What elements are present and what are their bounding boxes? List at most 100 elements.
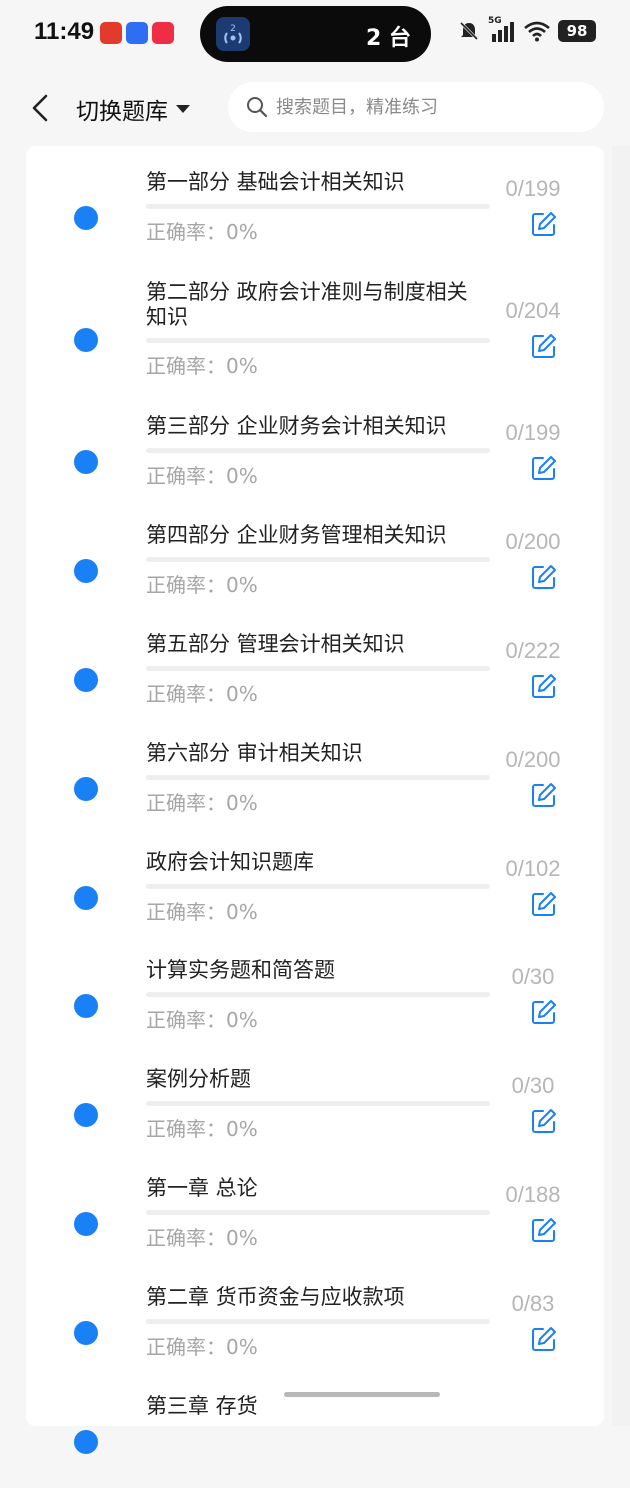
edit-practice-icon[interactable] bbox=[530, 332, 558, 360]
status-bar: 11:49 2 2 台 5G 98 bbox=[0, 0, 630, 70]
signal-icon: 5G bbox=[488, 16, 516, 42]
list-item[interactable]: 第二部分 政府会计准则与制度相关知识 正确率：0% 0/204 bbox=[26, 274, 604, 398]
app-notification-icon bbox=[100, 22, 122, 44]
accuracy-label: 正确率：0% bbox=[146, 682, 258, 706]
question-count: 0/200 bbox=[505, 529, 561, 554]
home-indicator bbox=[284, 1392, 440, 1397]
search-bar[interactable] bbox=[228, 82, 604, 132]
list-item[interactable]: 第六部分 审计相关知识 正确率：0% 0/200 bbox=[26, 735, 604, 835]
status-dot bbox=[74, 886, 98, 910]
edit-practice-icon[interactable] bbox=[530, 672, 558, 700]
bell-muted-icon bbox=[459, 21, 479, 41]
accuracy-label: 正确率：0% bbox=[146, 464, 258, 488]
status-right: 5G 98 bbox=[458, 16, 596, 42]
accuracy-label: 正确率：0% bbox=[146, 354, 258, 378]
status-dot bbox=[74, 1321, 98, 1345]
edit-practice-icon[interactable] bbox=[530, 1107, 558, 1135]
item-title: 案例分析题 bbox=[146, 1067, 251, 1091]
question-count: 0/83 bbox=[511, 1291, 555, 1316]
broadcast-icon: 2 bbox=[216, 17, 250, 51]
item-title: 第五部分 管理会计相关知识 bbox=[146, 632, 405, 656]
island-badge: 2 bbox=[230, 24, 236, 34]
status-dot bbox=[74, 994, 98, 1018]
edit-practice-icon[interactable] bbox=[530, 1216, 558, 1244]
edit-practice-icon[interactable] bbox=[530, 563, 558, 591]
list-item[interactable]: 第一章 总论 正确率：0% 0/188 bbox=[26, 1170, 604, 1270]
item-title: 第二章 货币资金与应收款项 bbox=[146, 1285, 405, 1309]
status-dot bbox=[74, 1212, 98, 1236]
progress-bar bbox=[146, 666, 490, 671]
item-title: 第六部分 审计相关知识 bbox=[146, 741, 363, 765]
status-dot bbox=[74, 777, 98, 801]
list-item[interactable]: 第三部分 企业财务会计相关知识 正确率：0% 0/199 bbox=[26, 408, 604, 508]
accuracy-label: 正确率：0% bbox=[146, 220, 258, 244]
list-item[interactable]: 第五部分 管理会计相关知识 正确率：0% 0/222 bbox=[26, 626, 604, 726]
edit-practice-icon[interactable] bbox=[530, 454, 558, 482]
caret-down-icon bbox=[176, 105, 190, 113]
accuracy-label: 正确率：0% bbox=[146, 1335, 258, 1359]
progress-bar bbox=[146, 1210, 490, 1215]
switch-bank-label: 切换题库 bbox=[76, 99, 168, 125]
accuracy-label: 正确率：0% bbox=[146, 1117, 258, 1141]
progress-bar bbox=[146, 448, 490, 453]
list-item[interactable]: 政府会计知识题库 正确率：0% 0/102 bbox=[26, 844, 604, 944]
island-text: 2 台 bbox=[366, 26, 411, 51]
progress-bar bbox=[146, 884, 490, 889]
question-count: 0/222 bbox=[505, 638, 561, 663]
item-title: 第一章 总论 bbox=[146, 1176, 258, 1200]
list-item[interactable]: 案例分析题正确率：0% 0/30 bbox=[26, 1061, 604, 1161]
list-item[interactable]: 第四部分 企业财务管理相关知识 正确率：0% 0/200 bbox=[26, 517, 604, 617]
question-count: 0/199 bbox=[505, 176, 561, 201]
status-dot bbox=[74, 668, 98, 692]
list-item[interactable]: 第二章 货币资金与应收款项 正确率：0% 0/83 bbox=[26, 1279, 604, 1379]
progress-bar bbox=[146, 992, 490, 997]
question-bank-list: 第一部分 基础会计相关知识 正确率：0% 0/199 第二部分 政府会计准则与制度相关… bbox=[26, 146, 604, 1454]
item-title: 政府会计知识题库 bbox=[146, 850, 314, 874]
battery-indicator: 98 bbox=[558, 20, 596, 42]
question-count: 0/188 bbox=[505, 1182, 561, 1207]
status-dot bbox=[74, 450, 98, 474]
edit-practice-icon[interactable] bbox=[530, 998, 558, 1026]
status-dot bbox=[74, 1103, 98, 1127]
accuracy-label: 正确率：0% bbox=[146, 1226, 258, 1250]
status-time: 11:49 bbox=[34, 18, 95, 45]
item-title: 第三章 存货 bbox=[146, 1394, 258, 1418]
item-title: 第三部分 企业财务会计相关知识 bbox=[146, 414, 447, 438]
search-icon bbox=[247, 97, 268, 118]
status-dot bbox=[74, 559, 98, 583]
edit-practice-icon[interactable] bbox=[530, 781, 558, 809]
accuracy-label: 正确率：0% bbox=[146, 1008, 258, 1032]
progress-bar bbox=[146, 1319, 490, 1324]
back-arrow-icon[interactable] bbox=[24, 90, 56, 126]
edit-practice-icon[interactable] bbox=[530, 210, 558, 238]
question-count: 0/199 bbox=[505, 420, 561, 445]
accuracy-label: 正确率：0% bbox=[146, 573, 258, 597]
question-count: 0/102 bbox=[505, 856, 561, 881]
list-item[interactable]: 计算实务题和简答题 正确率：0% 0/30 bbox=[26, 952, 604, 1052]
list-item[interactable]: 第一部分 基础会计相关知识 正确率：0% 0/199 bbox=[26, 164, 604, 264]
search-input[interactable] bbox=[274, 95, 598, 119]
item-title: 第一部分 基础会计相关知识 bbox=[146, 170, 405, 194]
progress-bar bbox=[146, 775, 490, 780]
progress-bar bbox=[146, 204, 490, 209]
app-notification-icon bbox=[126, 22, 148, 44]
status-dot bbox=[74, 328, 98, 352]
progress-bar bbox=[146, 338, 490, 343]
question-count: 0/30 bbox=[511, 1073, 555, 1098]
top-header: 切换题库 bbox=[0, 70, 630, 146]
item-title: 第二部分 政府会计准则与制度相关知识 bbox=[146, 280, 468, 329]
list-item[interactable]: 第三章 存货 bbox=[26, 1388, 604, 1488]
status-app-icons bbox=[100, 22, 174, 44]
edit-practice-icon[interactable] bbox=[530, 890, 558, 918]
dynamic-island[interactable]: 2 2 台 bbox=[200, 6, 431, 62]
wifi-icon bbox=[524, 21, 550, 42]
item-title: 计算实务题和简答题 bbox=[146, 958, 335, 982]
accuracy-label: 正确率：0% bbox=[146, 791, 258, 815]
question-count: 0/200 bbox=[505, 747, 561, 772]
edit-practice-icon[interactable] bbox=[530, 1325, 558, 1353]
progress-bar bbox=[146, 1101, 490, 1106]
status-dot bbox=[74, 206, 98, 230]
item-title: 第四部分 企业财务管理相关知识 bbox=[146, 523, 447, 547]
status-dot bbox=[74, 1430, 98, 1454]
switch-bank-dropdown[interactable]: 切换题库 bbox=[76, 92, 192, 126]
